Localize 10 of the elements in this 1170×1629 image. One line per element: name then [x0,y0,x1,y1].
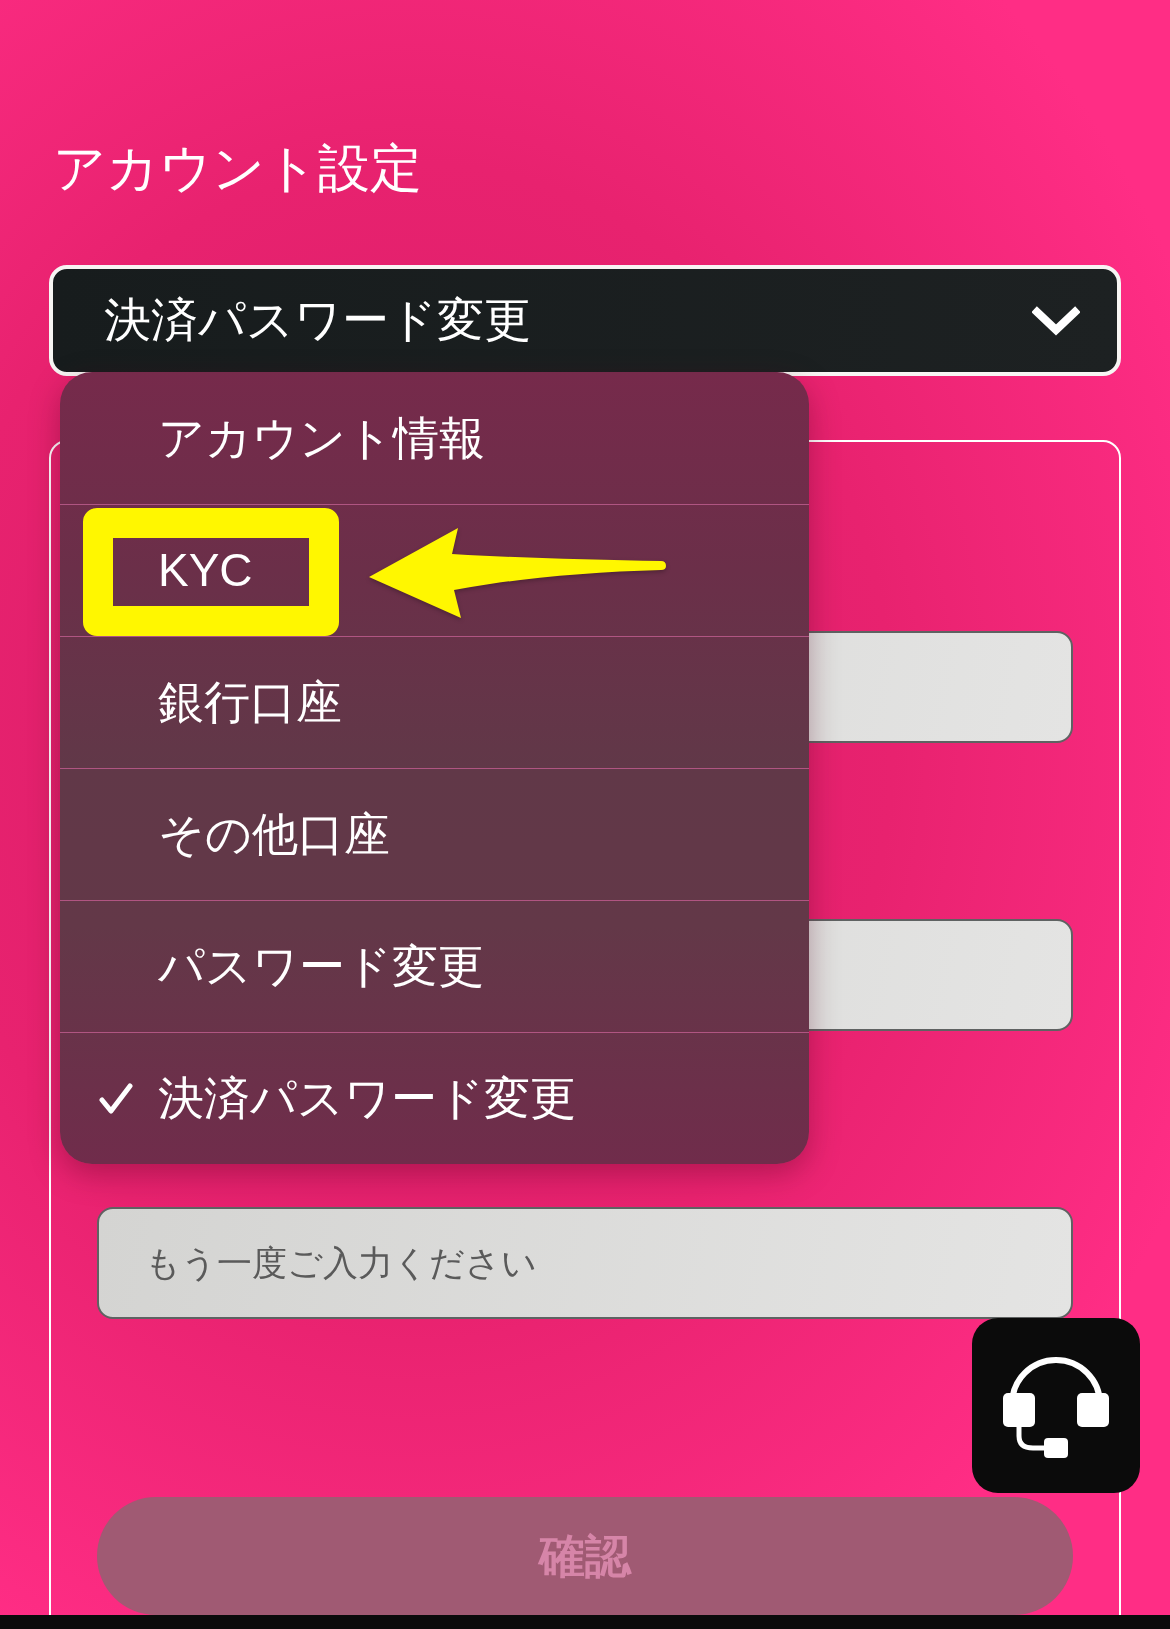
menu-item[interactable]: その他口座 [60,768,809,900]
checkmark-icon [99,1083,133,1115]
menu-item[interactable]: 決済パスワード変更 [60,1032,809,1164]
section-select[interactable]: 決済パスワード変更 [49,265,1121,376]
chevron-down-icon [1032,305,1080,336]
page-title: アカウント設定 [53,138,422,199]
support-button[interactable] [972,1318,1140,1493]
menu-item[interactable]: 銀行口座 [60,636,809,768]
menu-item[interactable]: パスワード変更 [60,900,809,1032]
input-field[interactable]: もう一度ご入力ください [97,1207,1073,1319]
